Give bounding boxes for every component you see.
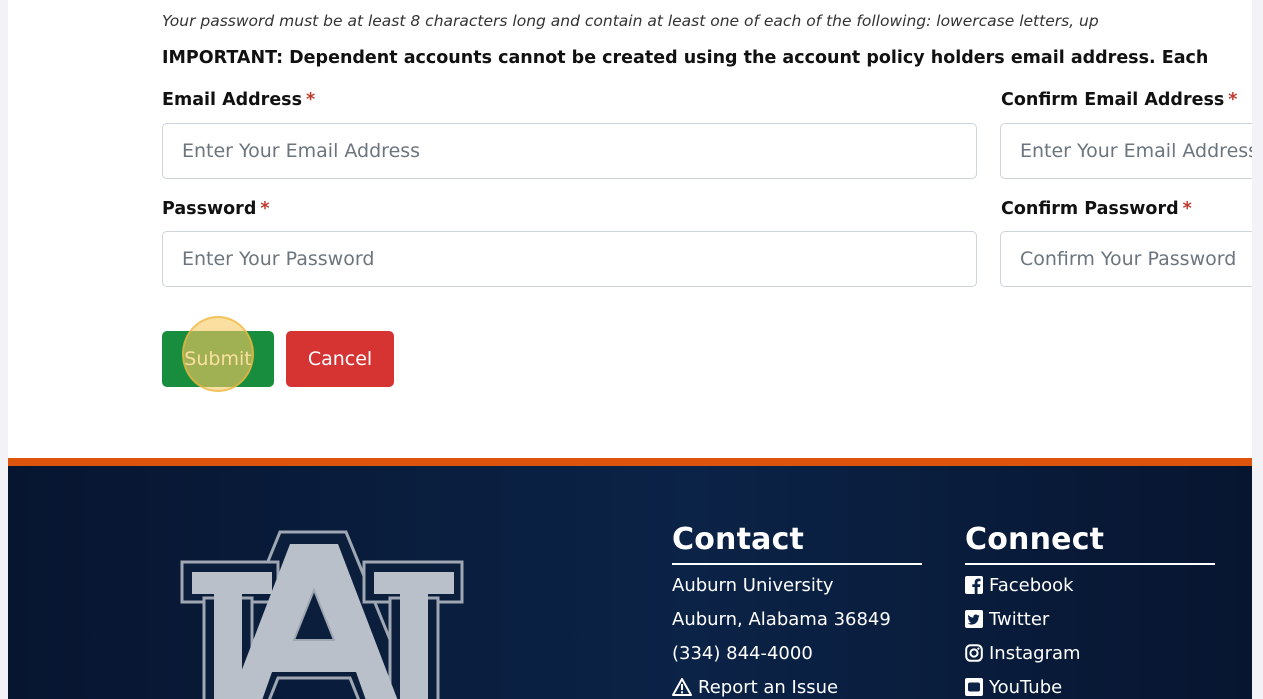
required-mark: * <box>260 199 270 219</box>
twitter-icon <box>965 610 983 628</box>
contact-list: Auburn University Auburn, Alabama 36849 … <box>672 569 922 699</box>
confirm-email-label: Confirm Email Address * <box>1001 90 1238 110</box>
footer-contact-column: Contact Auburn University Auburn, Alabam… <box>672 522 922 699</box>
facebook-link[interactable]: Facebook <box>989 575 1074 596</box>
confirm-password-input[interactable] <box>1000 231 1252 287</box>
page-frame: Your password must be at least 8 charact… <box>8 0 1252 699</box>
instagram-link[interactable]: Instagram <box>989 643 1081 664</box>
instagram-icon <box>965 644 983 662</box>
facebook-icon <box>965 576 983 594</box>
confirm-password-label: Confirm Password * <box>1001 199 1192 219</box>
contact-line: Auburn, Alabama 36849 <box>672 609 891 630</box>
site-footer: Contact Auburn University Auburn, Alabam… <box>8 458 1252 699</box>
connect-heading: Connect <box>965 522 1215 565</box>
auburn-au-logo-icon <box>180 530 464 699</box>
required-mark: * <box>1182 199 1192 219</box>
cancel-button[interactable]: Cancel <box>286 331 394 387</box>
report-issue-link[interactable]: Report an Issue <box>698 677 838 698</box>
youtube-link[interactable]: YouTube <box>989 677 1062 698</box>
social-item-instagram[interactable]: Instagram <box>965 637 1215 671</box>
report-issue-item[interactable]: Report an Issue <box>672 671 922 699</box>
important-note: IMPORTANT: Dependent accounts cannot be … <box>162 48 1209 68</box>
password-label: Password * <box>162 199 270 219</box>
footer-connect-column: Connect Facebook Twitter Instagram YouTu… <box>965 522 1215 699</box>
social-item-facebook[interactable]: Facebook <box>965 569 1215 603</box>
confirm-email-input[interactable] <box>1000 123 1252 179</box>
social-item-youtube[interactable]: YouTube <box>965 671 1215 699</box>
required-mark: * <box>306 90 316 110</box>
youtube-icon <box>965 678 983 696</box>
contact-line: (334) 844-4000 <box>672 643 813 664</box>
warning-icon <box>672 678 692 696</box>
email-input[interactable] <box>162 123 977 179</box>
contact-heading: Contact <box>672 522 922 565</box>
twitter-link[interactable]: Twitter <box>989 609 1049 630</box>
social-list: Facebook Twitter Instagram YouTube <box>965 569 1215 699</box>
contact-line: Auburn University <box>672 575 834 596</box>
required-mark: * <box>1228 90 1238 110</box>
password-requirements-note: Your password must be at least 8 charact… <box>162 12 1099 30</box>
footer-accent-stripe <box>8 458 1252 466</box>
social-item-twitter[interactable]: Twitter <box>965 603 1215 637</box>
submit-button[interactable]: Submit <box>162 331 274 387</box>
email-label: Email Address * <box>162 90 316 110</box>
password-input[interactable] <box>162 231 977 287</box>
